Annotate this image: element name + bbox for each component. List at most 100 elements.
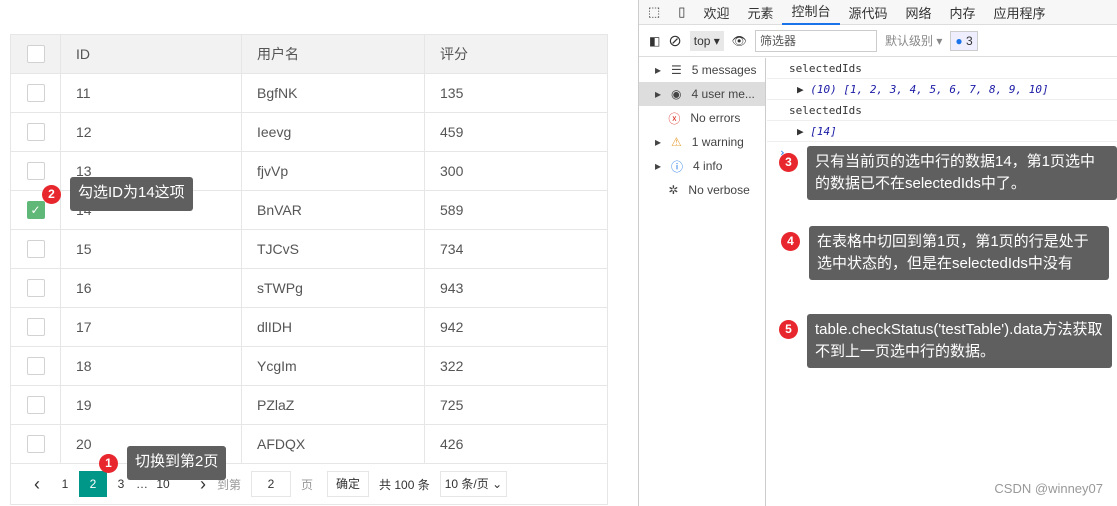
- cell-id: 15: [61, 230, 242, 268]
- cell-username: YcgIm: [242, 347, 425, 385]
- cell-score: 725: [440, 397, 464, 413]
- cell-id: 12: [61, 113, 242, 151]
- info-icon: ⓘ: [671, 159, 684, 174]
- page-2[interactable]: 2: [79, 471, 107, 497]
- row-checkbox[interactable]: [26, 162, 45, 180]
- page-unit-label: 页: [301, 477, 314, 492]
- level-value: 默认级别: [885, 34, 934, 48]
- watermark: CSDN @winney07: [994, 481, 1103, 496]
- label: 4 info: [693, 159, 723, 173]
- cell-score: 135: [440, 85, 464, 101]
- select-all-checkbox[interactable]: [26, 45, 45, 63]
- issues-button[interactable]: ● 3: [950, 30, 978, 51]
- row-checkbox[interactable]: [26, 435, 45, 453]
- data-table: ID 用户名 评分 11 BgfNK 135 12 Ieevg 459 13 f…: [10, 34, 608, 505]
- inspect-icon[interactable]: ⬚: [639, 4, 669, 20]
- warning-icon: ⚠: [671, 135, 682, 149]
- array-value: (10) [1, 2, 3, 4, 5, 6, 7, 8, 9, 10]: [810, 83, 1049, 96]
- table-row[interactable]: 15 TJCvS 734: [11, 230, 607, 269]
- row-checkbox[interactable]: ✓: [26, 201, 45, 219]
- label: No errors: [690, 111, 741, 125]
- label: 1 warning: [691, 135, 744, 149]
- list-icon: ☰: [671, 63, 682, 77]
- table-row[interactable]: 16 sTWPg 943: [11, 269, 607, 308]
- annotation-badge-5: 5: [779, 320, 798, 339]
- cell-score: 943: [440, 280, 464, 296]
- sidebar-user-messages[interactable]: ▸ ◉ 4 user me...: [639, 82, 765, 106]
- cell-id: 11: [61, 74, 242, 112]
- cell-username: dlIDH: [242, 308, 425, 346]
- row-checkbox[interactable]: [26, 357, 45, 375]
- error-icon: ⓧ: [668, 111, 681, 126]
- page-size-select[interactable]: 10 条/页 ⌄: [439, 471, 508, 497]
- table-row[interactable]: 17 dlIDH 942: [11, 308, 607, 347]
- cell-id: 16: [61, 269, 242, 307]
- header-score[interactable]: 评分: [425, 35, 607, 73]
- goto-page-input[interactable]: 2: [251, 471, 292, 497]
- cell-username: BgfNK: [242, 74, 425, 112]
- table-row[interactable]: 11 BgfNK 135: [11, 74, 607, 113]
- page-size-value: 10 条/页: [444, 477, 489, 491]
- console-log-array[interactable]: ▶ [14]: [767, 121, 1117, 142]
- label: 4 user me...: [691, 87, 755, 101]
- row-checkbox[interactable]: [26, 84, 45, 102]
- sidebar-messages[interactable]: ▸ ☰ 5 messages: [639, 58, 765, 82]
- table-row[interactable]: 12 Ieevg 459: [11, 113, 607, 152]
- row-checkbox[interactable]: [26, 123, 45, 141]
- eye-icon[interactable]: 👁: [732, 34, 747, 48]
- header-username[interactable]: 用户名: [242, 35, 425, 73]
- device-icon[interactable]: ▯: [669, 4, 694, 20]
- cell-score: 300: [440, 163, 464, 179]
- filter-input[interactable]: 筛选器: [755, 29, 878, 52]
- header-id[interactable]: ID: [61, 35, 242, 73]
- cell-score: 426: [440, 436, 464, 452]
- cell-username: BnVAR: [242, 191, 425, 229]
- annotation-4: 在表格中切回到第1页，第1页的行是处于选中状态的，但是在selectedIds中…: [809, 226, 1109, 280]
- table-row[interactable]: 19 PZlaZ 725: [11, 386, 607, 425]
- table-header: ID 用户名 评分: [11, 35, 607, 74]
- row-checkbox[interactable]: [26, 318, 45, 336]
- cell-username: fjvVp: [242, 152, 425, 190]
- annotation-3: 只有当前页的选中行的数据14，第1页选中的数据已不在selectedIds中了。: [807, 146, 1117, 200]
- confirm-button[interactable]: 确定: [327, 471, 370, 497]
- sidebar-toggle-icon[interactable]: ◧: [649, 34, 660, 48]
- prev-page-button[interactable]: ‹: [23, 471, 51, 497]
- row-checkbox[interactable]: [26, 240, 45, 258]
- console-log-array[interactable]: ▶ (10) [1, 2, 3, 4, 5, 6, 7, 8, 9, 10]: [767, 79, 1117, 100]
- cell-id: 18: [61, 347, 242, 385]
- cell-id: 17: [61, 308, 242, 346]
- cell-id: 19: [61, 386, 242, 424]
- user-icon: ◉: [671, 87, 682, 101]
- annotation-2: 勾选ID为14这项: [70, 177, 193, 211]
- table-row[interactable]: 18 YcgIm 322: [11, 347, 607, 386]
- page-1[interactable]: 1: [51, 471, 79, 497]
- cell-score: 942: [440, 319, 464, 335]
- context-select[interactable]: top ▾: [689, 30, 724, 51]
- annotation-badge-1: 1: [99, 454, 118, 473]
- sidebar-info[interactable]: ▸ ⓘ 4 info: [639, 154, 765, 178]
- clear-console-icon[interactable]: ⊘: [668, 31, 681, 51]
- level-select[interactable]: 默认级别 ▾: [885, 32, 942, 49]
- tab-welcome[interactable]: 欢迎: [694, 3, 738, 22]
- cell-username: AFDQX: [242, 425, 425, 463]
- cell-score: 322: [440, 358, 464, 374]
- cell-username: TJCvS: [242, 230, 425, 268]
- tab-console[interactable]: 控制台: [782, 0, 840, 25]
- console-log: selectedIds: [767, 100, 1117, 121]
- tab-elements[interactable]: 元素: [738, 3, 782, 22]
- sidebar-errors[interactable]: ⓧ No errors: [639, 106, 765, 130]
- annotation-badge-2: 2: [42, 185, 61, 204]
- sidebar-verbose[interactable]: ✲ No verbose: [639, 178, 765, 202]
- sidebar-warnings[interactable]: ▸ ⚠ 1 warning: [639, 130, 765, 154]
- total-count: 共 100 条: [379, 477, 430, 492]
- context-value: top: [693, 33, 711, 48]
- tab-sources[interactable]: 源代码: [840, 3, 897, 22]
- cell-score: 589: [440, 202, 464, 218]
- row-checkbox[interactable]: [26, 279, 45, 297]
- tab-memory[interactable]: 内存: [941, 3, 985, 22]
- bug-icon: ✲: [668, 183, 679, 197]
- cell-username: PZlaZ: [242, 386, 425, 424]
- tab-network[interactable]: 网络: [897, 3, 941, 22]
- row-checkbox[interactable]: [26, 396, 45, 414]
- tab-application[interactable]: 应用程序: [985, 3, 1055, 22]
